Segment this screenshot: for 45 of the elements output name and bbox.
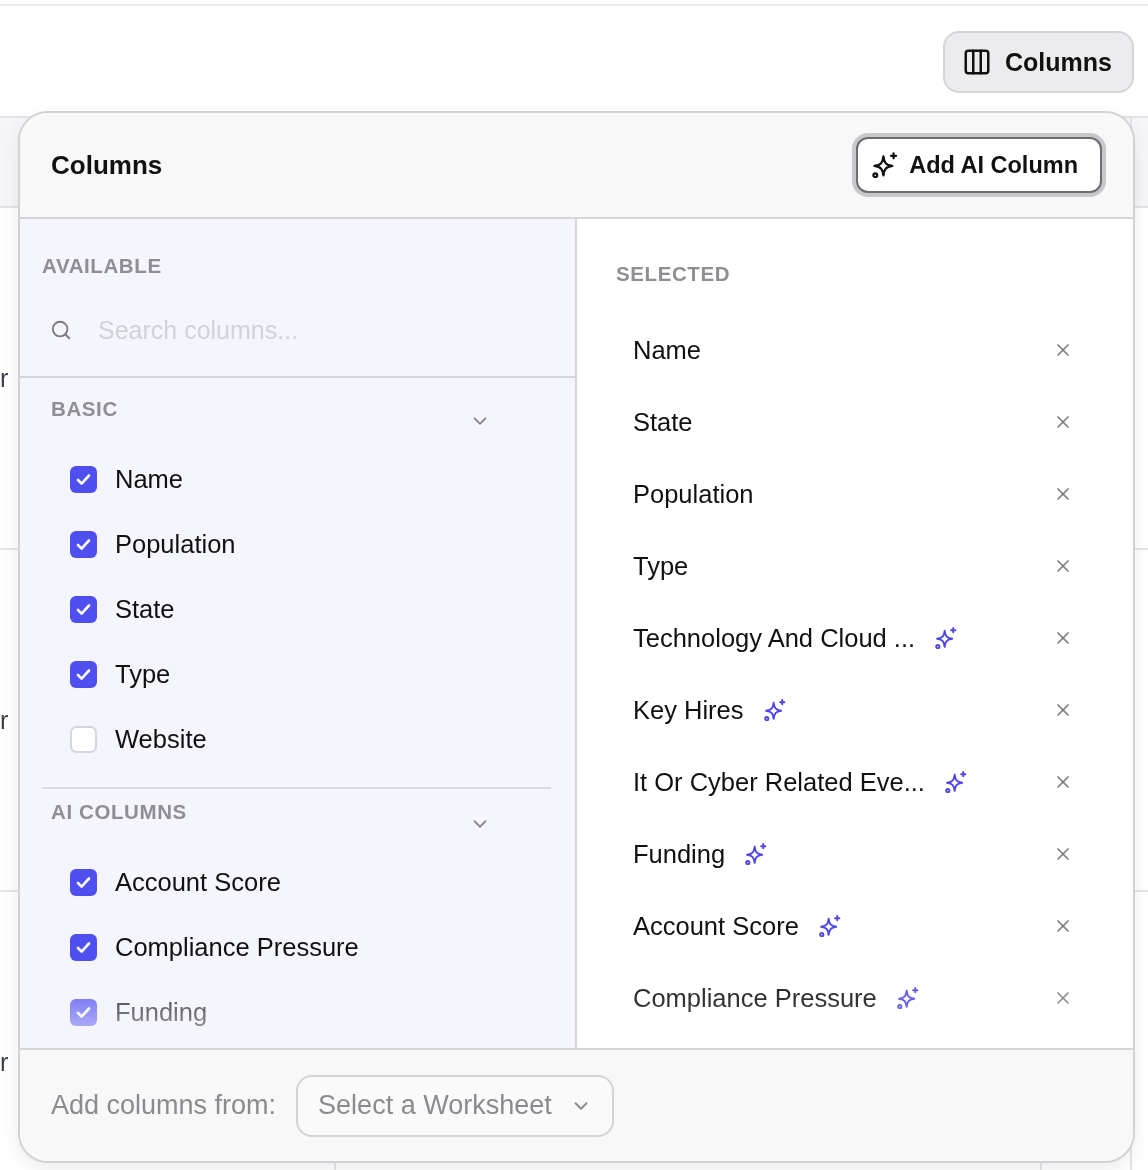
section-label: SELECTED xyxy=(616,262,731,286)
selected-column-name: Account Score xyxy=(633,911,799,941)
search-icon xyxy=(50,319,72,341)
table-cell-text: r xyxy=(0,705,9,735)
sparkle-icon xyxy=(944,771,967,793)
column-option-label: Funding xyxy=(115,998,208,1027)
checkbox[interactable] xyxy=(70,596,97,623)
columns-button[interactable]: Columns xyxy=(943,31,1134,93)
sparkle-icon xyxy=(896,987,919,1009)
column-option-label: State xyxy=(115,595,175,624)
column-option-label: Type xyxy=(115,660,171,689)
popover-title: Columns xyxy=(51,149,163,181)
sparkle-icon xyxy=(763,699,786,721)
checkbox[interactable] xyxy=(70,466,97,493)
checkbox[interactable] xyxy=(70,934,97,961)
sparkle-icon xyxy=(818,915,841,937)
selected-column-name: State xyxy=(633,407,693,437)
checkbox[interactable] xyxy=(70,869,97,896)
selected-column-name: Type xyxy=(633,551,689,581)
checkbox[interactable] xyxy=(70,531,97,558)
selected-column-name: Name xyxy=(633,335,702,365)
checkbox[interactable] xyxy=(70,661,97,688)
selected-column-name: Key Hires xyxy=(633,695,744,725)
column-option-label: Name xyxy=(115,465,184,494)
column-option-label: Compliance Pressure xyxy=(115,933,359,962)
footer-label: Add columns from: xyxy=(51,1090,277,1121)
checkbox[interactable] xyxy=(70,726,97,753)
group-label: BASIC xyxy=(51,397,118,421)
table-cell-text: r xyxy=(0,363,9,393)
group-label: AI COLUMNS xyxy=(51,800,187,824)
selected-column-name: Funding xyxy=(633,839,726,869)
selected-column-name: Population xyxy=(633,479,754,509)
selected-column-name: It Or Cyber Related Eve... xyxy=(633,767,925,797)
sparkle-icon xyxy=(872,152,899,178)
selected-column-name: Compliance Pressure xyxy=(633,983,877,1013)
table-cell-text: r xyxy=(0,1047,9,1077)
selected-column-name: Technology And Cloud ... xyxy=(633,623,916,653)
column-option-label: Website xyxy=(115,725,207,754)
columns-icon xyxy=(962,47,993,77)
column-option-label: Population xyxy=(115,530,236,559)
section-label: AVAILABLE xyxy=(42,254,162,278)
checkbox[interactable] xyxy=(70,999,97,1026)
sparkle-icon xyxy=(745,843,768,865)
sparkle-icon xyxy=(935,627,958,649)
column-option-label: Account Score xyxy=(115,868,281,897)
